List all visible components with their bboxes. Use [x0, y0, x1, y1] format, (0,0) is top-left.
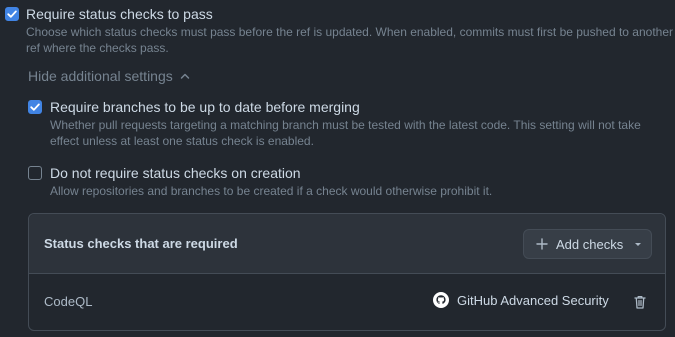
add-checks-label: Add checks: [556, 236, 624, 252]
require-up-to-date-description: Whether pull requests targeting a matchi…: [50, 118, 641, 148]
github-icon: [433, 292, 449, 308]
require-status-checks-description: Choose which status checks must pass bef…: [26, 25, 674, 55]
require-up-to-date-checkbox[interactable]: [28, 100, 42, 114]
require-status-checks-label[interactable]: Require status checks to pass: [26, 6, 213, 22]
status-checks-header: Status checks that are required Add chec…: [29, 214, 665, 274]
status-checks-title: Status checks that are required: [44, 236, 238, 251]
status-check-provider: GitHub Advanced Security: [433, 292, 609, 308]
no-check-on-creation-checkbox[interactable]: [28, 166, 42, 180]
status-check-provider-label: GitHub Advanced Security: [457, 292, 609, 308]
chevron-up-icon: [180, 73, 190, 79]
status-checks-settings: Require status checks to pass Choose whi…: [0, 0, 675, 337]
require-up-to-date-label[interactable]: Require branches to be up to date before…: [50, 99, 360, 115]
hide-additional-settings-toggle[interactable]: Hide additional settings: [28, 68, 191, 84]
no-check-on-creation-label[interactable]: Do not require status checks on creation: [50, 165, 301, 181]
required-status-checks-panel: Status checks that are required Add chec…: [28, 213, 666, 331]
caret-down-icon: [633, 239, 643, 249]
add-checks-button[interactable]: Add checks: [523, 229, 652, 259]
toggle-link-label: Hide additional settings: [28, 68, 173, 84]
require-status-checks-checkbox[interactable]: [5, 7, 19, 21]
status-check-name: CodeQL: [44, 294, 93, 309]
checkmark-icon: [30, 103, 40, 111]
trash-icon[interactable]: [632, 294, 648, 310]
checkmark-icon: [7, 10, 17, 18]
no-check-on-creation-description: Allow repositories and branches to be cr…: [50, 184, 493, 198]
plus-icon: [536, 238, 548, 250]
